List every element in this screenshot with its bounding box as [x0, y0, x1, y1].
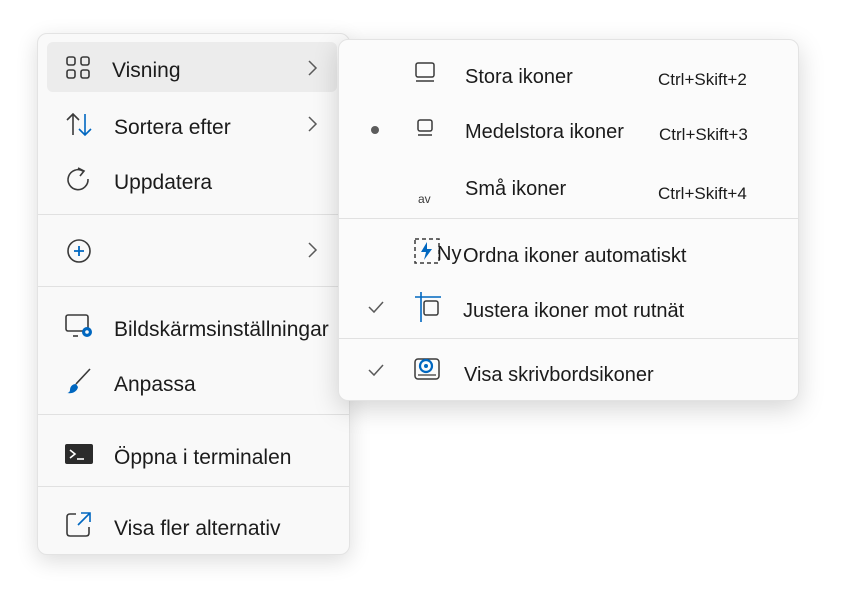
check-icon	[368, 301, 384, 314]
separator	[38, 486, 349, 487]
chevron-right-icon	[308, 116, 318, 132]
submenu-item-label: Stora ikoner	[465, 66, 573, 88]
submenu-item-show-desktop-icons[interactable]: Visa skrivbordsikoner	[347, 346, 790, 396]
menu-item-terminal[interactable]: Öppna i terminalen	[47, 430, 337, 480]
refresh-icon	[67, 167, 89, 191]
separator	[38, 214, 349, 215]
display-settings-icon	[65, 314, 92, 337]
submenu-item-medium-icons[interactable]: Medelstora ikoner Ctrl+Skift+3	[347, 104, 790, 156]
align-grid-icon	[415, 292, 441, 322]
submenu-item-large-icons[interactable]: Stora ikoner Ctrl+Skift+2	[347, 48, 790, 100]
menu-item-label: Anpassa	[114, 373, 196, 396]
menu-item-uppdatera[interactable]: Uppdatera	[47, 155, 337, 205]
submenu-item-label: Medelstora ikoner	[465, 121, 624, 143]
menu-item-visning[interactable]: Visning	[47, 42, 337, 92]
separator	[38, 414, 349, 415]
terminal-icon	[65, 444, 93, 464]
submenu-item-align-grid[interactable]: Justera ikoner mot rutnät	[347, 282, 790, 334]
submenu-item-label: Visa skrivbordsikoner	[464, 364, 654, 386]
submenu-item-label: Ordna ikoner automatiskt	[463, 245, 687, 267]
shortcut-label: Ctrl+Skift+4	[658, 184, 747, 203]
shortcut-label: Ctrl+Skift+2	[658, 70, 747, 89]
sort-arrows-icon	[66, 112, 92, 137]
submenu-visning: Stora ikoner Ctrl+Skift+2 Medelstora iko…	[338, 39, 799, 401]
menu-item-anpassa[interactable]: Anpassa	[47, 357, 337, 407]
grid-icon	[66, 56, 90, 79]
separator	[339, 338, 798, 339]
brush-icon	[67, 368, 91, 394]
new-overlay-label: Ny	[437, 243, 462, 265]
menu-item-label: Bildskärmsinställningar	[114, 318, 329, 341]
shortcut-label: Ctrl+Skift+3	[659, 125, 748, 144]
selected-dot-icon	[371, 126, 379, 134]
menu-item-new[interactable]	[47, 226, 337, 276]
large-icons-icon	[415, 62, 435, 82]
medium-icons-icon	[417, 119, 433, 136]
menu-item-label: Visning	[112, 59, 181, 82]
separator	[339, 218, 798, 219]
menu-item-label: Visa fler alternativ	[114, 517, 281, 540]
chevron-right-icon	[308, 242, 318, 258]
submenu-item-label: Justera ikoner mot rutnät	[463, 300, 685, 322]
submenu-item-small-icons[interactable]: av Små ikoner Ctrl+Skift+4	[347, 160, 790, 212]
show-desktop-icons-icon	[414, 358, 440, 380]
menu-item-more-options[interactable]: Visa fler alternativ	[47, 500, 337, 550]
small-icons-icon: av	[418, 192, 431, 206]
check-icon	[368, 364, 384, 377]
plus-circle-icon	[67, 239, 91, 263]
context-menu: Visning Sortera efter Uppdatera Bildskär…	[37, 33, 350, 555]
external-link-icon	[66, 512, 91, 537]
menu-item-sortera-efter[interactable]: Sortera efter	[47, 100, 337, 150]
menu-item-display-settings[interactable]: Bildskärmsinställningar	[47, 302, 349, 352]
menu-item-label: Öppna i terminalen	[114, 446, 292, 469]
menu-item-label: Uppdatera	[114, 171, 213, 194]
submenu-item-label: Små ikoner	[465, 178, 567, 200]
separator	[38, 286, 349, 287]
menu-item-label: Sortera efter	[114, 116, 231, 139]
submenu-item-auto-arrange[interactable]: Ny Ordna ikoner automatiskt	[347, 226, 790, 278]
chevron-right-icon	[308, 60, 318, 76]
